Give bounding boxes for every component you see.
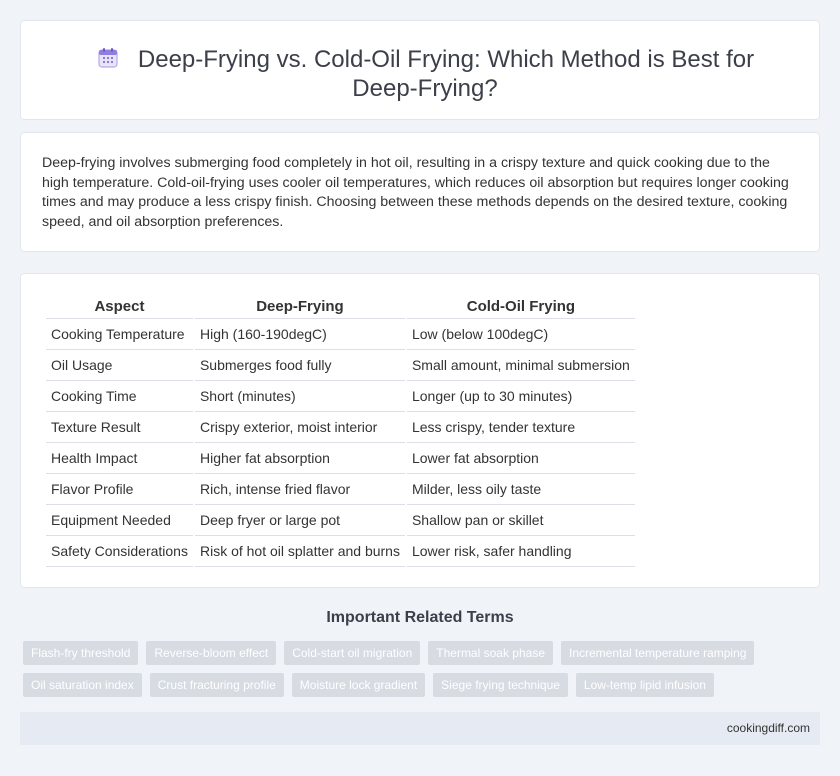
cell-cold-oil-frying: Low (below 100degC) <box>406 319 635 350</box>
cell-cold-oil-frying: Milder, less oily taste <box>406 474 635 505</box>
cell-deep-frying: High (160-190degC) <box>194 319 405 350</box>
cell-aspect: Health Impact <box>46 443 193 474</box>
footer: cookingdiff.com <box>20 712 820 745</box>
related-term-tag[interactable]: Flash-fry threshold <box>23 641 139 665</box>
site-link[interactable]: cookingdiff.com <box>727 721 810 735</box>
related-term-tag[interactable]: Oil saturation index <box>23 673 142 697</box>
table-row: Flavor Profile Rich, intense fried flavo… <box>46 474 635 505</box>
cell-cold-oil-frying: Lower fat absorption <box>406 443 635 474</box>
cell-deep-frying: Deep fryer or large pot <box>194 505 405 536</box>
title-wrap: Deep-Frying vs. Cold-Oil Frying: Which M… <box>61 45 789 103</box>
header-cold-oil-frying: Cold-Oil Frying <box>406 295 635 319</box>
cell-aspect: Flavor Profile <box>46 474 193 505</box>
cell-aspect: Cooking Time <box>46 381 193 412</box>
tag-row: Oil saturation index Crust fracturing pr… <box>23 673 823 697</box>
header-card: Deep-Frying vs. Cold-Oil Frying: Which M… <box>20 20 820 120</box>
related-term-tag[interactable]: Moisture lock gradient <box>291 673 426 697</box>
comparison-card: Aspect Deep-Frying Cold-Oil Frying Cooki… <box>20 273 820 588</box>
cell-cold-oil-frying: Shallow pan or skillet <box>406 505 635 536</box>
related-term-tag[interactable]: Incremental temperature ramping <box>561 641 755 665</box>
cell-deep-frying: Crispy exterior, moist interior <box>194 412 405 443</box>
cell-cold-oil-frying: Less crispy, tender texture <box>406 412 635 443</box>
cell-deep-frying: Risk of hot oil splatter and burns <box>194 536 405 567</box>
cell-aspect: Oil Usage <box>46 350 193 381</box>
related-term-tag[interactable]: Thermal soak phase <box>428 641 553 665</box>
table-row: Equipment Needed Deep fryer or large pot… <box>46 505 635 536</box>
table-row: Cooking Temperature High (160-190degC) L… <box>46 319 635 350</box>
cell-cold-oil-frying: Small amount, minimal submersion <box>406 350 635 381</box>
related-terms: Flash-fry threshold Reverse-bloom effect… <box>23 641 823 705</box>
comparison-table: Aspect Deep-Frying Cold-Oil Frying Cooki… <box>44 295 637 567</box>
table-row: Health Impact Higher fat absorption Lowe… <box>46 443 635 474</box>
cell-aspect: Texture Result <box>46 412 193 443</box>
related-term-tag[interactable]: Siege frying technique <box>433 673 568 697</box>
calendar-icon <box>96 46 120 70</box>
cell-deep-frying: Rich, intense fried flavor <box>194 474 405 505</box>
related-terms-title: Important Related Terms <box>326 609 514 626</box>
cell-cold-oil-frying: Lower risk, safer handling <box>406 536 635 567</box>
cell-aspect: Cooking Temperature <box>46 319 193 350</box>
related-term-tag[interactable]: Crust fracturing profile <box>149 673 284 697</box>
intro-paragraph: Deep-frying involves submerging food com… <box>42 155 789 230</box>
intro-card: Deep-frying involves submerging food com… <box>20 132 820 252</box>
table-row: Safety Considerations Risk of hot oil sp… <box>46 536 635 567</box>
cell-deep-frying: Higher fat absorption <box>194 443 405 474</box>
related-term-tag[interactable]: Reverse-bloom effect <box>146 641 277 665</box>
header-deep-frying: Deep-Frying <box>194 295 405 319</box>
cell-deep-frying: Short (minutes) <box>194 381 405 412</box>
table-header-row: Aspect Deep-Frying Cold-Oil Frying <box>46 295 635 319</box>
tag-row: Flash-fry threshold Reverse-bloom effect… <box>23 641 823 665</box>
table-row: Cooking Time Short (minutes) Longer (up … <box>46 381 635 412</box>
cell-aspect: Equipment Needed <box>46 505 193 536</box>
cell-cold-oil-frying: Longer (up to 30 minutes) <box>406 381 635 412</box>
header-aspect: Aspect <box>46 295 193 319</box>
page-title: Deep-Frying vs. Cold-Oil Frying: Which M… <box>137 46 755 102</box>
cell-aspect: Safety Considerations <box>46 536 193 567</box>
table-row: Oil Usage Submerges food fully Small amo… <box>46 350 635 381</box>
table-row: Texture Result Crispy exterior, moist in… <box>46 412 635 443</box>
related-term-tag[interactable]: Cold-start oil migration <box>284 641 421 665</box>
cell-deep-frying: Submerges food fully <box>194 350 405 381</box>
related-term-tag[interactable]: Low-temp lipid infusion <box>575 673 714 697</box>
